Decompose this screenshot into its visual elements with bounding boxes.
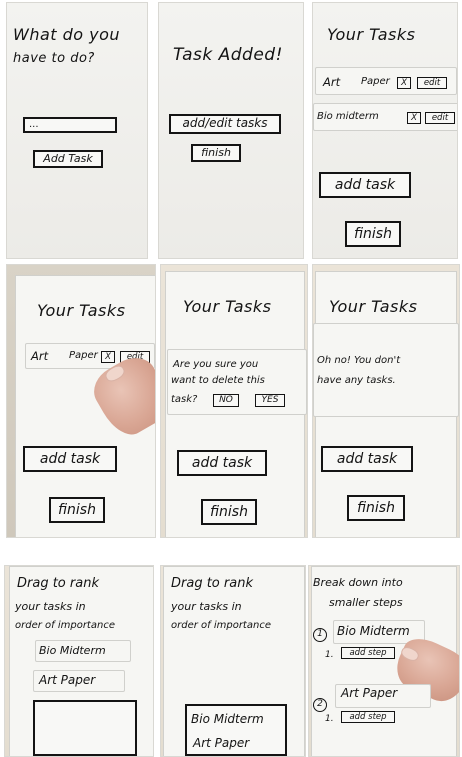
add-task-button[interactable]: add task <box>177 450 267 477</box>
confirm-line-2: want to delete this <box>171 375 265 386</box>
prompt-line-1: What do you <box>13 25 121 44</box>
no-button[interactable]: NO <box>213 394 239 407</box>
task-added-title: Task Added! <box>173 45 283 65</box>
add-task-button[interactable]: add task <box>23 446 117 473</box>
task-name-2: Paper <box>69 350 98 361</box>
task-number-1: 1 <box>313 628 327 642</box>
your-tasks-title: Your Tasks <box>329 297 418 316</box>
edit-task-button[interactable]: edit <box>417 77 447 90</box>
task-input[interactable]: ... <box>23 117 117 133</box>
finish-button[interactable]: finish <box>191 144 241 163</box>
instruction-line-2: your tasks in <box>171 600 242 613</box>
add-task-button[interactable]: add task <box>321 446 413 473</box>
empty-line-2: have any tasks. <box>317 375 396 386</box>
delete-task-button[interactable]: X <box>407 112 421 125</box>
screen-your-tasks-list: Your Tasks Art Paper X edit Bio midterm … <box>312 2 458 259</box>
instruction-line-2: smaller steps <box>329 596 403 609</box>
instruction-line-1: Drag to rank <box>17 576 99 591</box>
finish-button[interactable]: finish <box>201 499 257 526</box>
your-tasks-title: Your Tasks <box>183 297 272 316</box>
delete-task-button[interactable]: X <box>101 351 115 364</box>
screen-break-down: Break down into smaller steps 1 Bio Midt… <box>308 565 460 757</box>
task-name: Art <box>323 75 341 89</box>
rank-item-label: Bio Midterm <box>191 712 264 726</box>
add-task-button[interactable]: Add Task <box>33 150 103 169</box>
screen-drag-to-rank-done: Drag to rank your tasks in order of impo… <box>160 565 306 757</box>
screen-drag-to-rank: Drag to rank your tasks in order of impo… <box>4 565 154 757</box>
finish-button[interactable]: finish <box>49 497 105 524</box>
screen-confirm-delete: Your Tasks Are you sure you want to dele… <box>160 264 308 538</box>
add-step-button[interactable]: add step <box>341 711 395 724</box>
task-name: Art <box>31 349 49 363</box>
instruction-line-1: Break down into <box>313 576 403 589</box>
add-task-button[interactable]: add task <box>319 172 411 199</box>
screen-what-to-do: What do you have to do? ... Add Task <box>6 2 148 259</box>
task-number-2: 2 <box>313 698 327 712</box>
screen-your-tasks-tap: Your Tasks Art Paper X edit add task fin… <box>6 264 156 538</box>
instruction-line-3: order of importance <box>15 620 115 631</box>
prompt-line-2: have to do? <box>13 51 95 66</box>
substep-number: 1. <box>325 650 334 660</box>
yes-button[interactable]: YES <box>255 394 285 407</box>
instruction-line-3: order of importance <box>171 620 271 631</box>
add-edit-tasks-button[interactable]: add/edit tasks <box>169 114 281 134</box>
empty-line-1: Oh no! You don't <box>317 355 401 366</box>
confirm-line-1: Are you sure you <box>173 359 259 370</box>
delete-task-button[interactable]: X <box>397 77 411 90</box>
empty-message-card <box>313 323 459 417</box>
rank-item-label: Bio Midterm <box>39 644 106 657</box>
rank-item-label: Art Paper <box>193 736 250 750</box>
finish-button[interactable]: finish <box>347 495 405 522</box>
your-tasks-title: Your Tasks <box>327 25 416 44</box>
task-name: Bio Midterm <box>337 624 410 638</box>
finish-button[interactable]: finish <box>345 221 401 248</box>
substep-number: 1. <box>325 714 334 724</box>
instruction-line-2: your tasks in <box>15 600 86 613</box>
instruction-line-1: Drag to rank <box>171 576 253 591</box>
rank-item-label: Art Paper <box>39 673 96 687</box>
rank-drop-zone[interactable] <box>33 700 137 756</box>
task-name: Bio midterm <box>317 111 379 122</box>
screen-no-tasks: Your Tasks Oh no! You don't have any tas… <box>312 264 460 538</box>
confirm-line-3: task? <box>171 394 198 405</box>
task-name: Art Paper <box>341 686 398 700</box>
screen-task-added: Task Added! add/edit tasks finish <box>158 2 304 259</box>
edit-task-button[interactable]: edit <box>425 112 455 125</box>
add-step-button[interactable]: add step <box>341 647 395 660</box>
your-tasks-title: Your Tasks <box>37 301 126 320</box>
task-name-2: Paper <box>361 76 390 87</box>
